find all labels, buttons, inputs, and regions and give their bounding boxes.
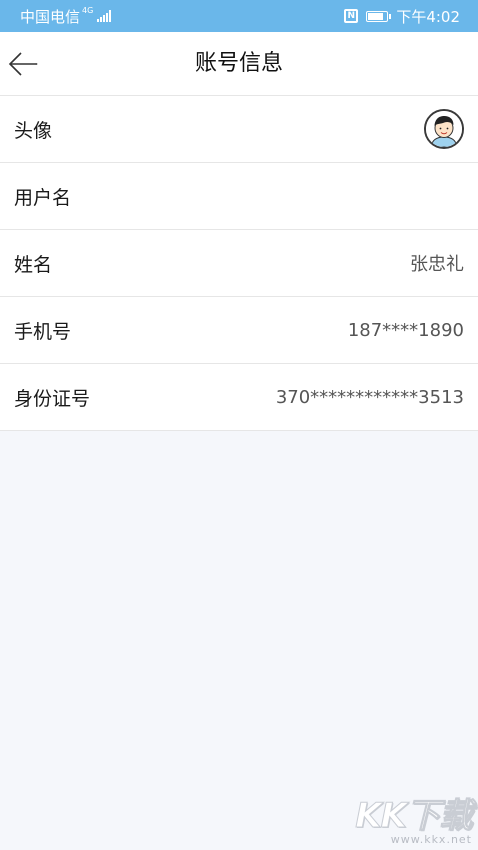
- name-value: 张忠礼: [410, 254, 464, 275]
- signal-icon: [97, 10, 112, 22]
- avatar-label: 头像: [14, 119, 53, 142]
- avatar-row[interactable]: 头像: [0, 96, 478, 163]
- phone-value: 187****1890: [347, 319, 464, 341]
- username-row[interactable]: 用户名: [0, 163, 478, 230]
- username-label: 用户名: [14, 186, 72, 209]
- page-title: 账号信息: [194, 51, 283, 76]
- watermark: KK下载 www.kkx.net: [355, 788, 474, 847]
- name-label: 姓名: [14, 253, 53, 276]
- watermark-logo: KK下载: [355, 796, 474, 837]
- user-avatar-icon: [426, 111, 462, 147]
- id-number-label: 身份证号: [14, 387, 91, 410]
- name-row[interactable]: 姓名 张忠礼: [0, 230, 478, 297]
- carrier-name: 中国电信: [20, 7, 81, 26]
- id-number-row[interactable]: 身份证号 370************3513: [0, 364, 478, 431]
- status-bar-right: N 下午4:02: [344, 6, 460, 27]
- nav-bar: 账号信息: [0, 32, 478, 96]
- id-number-value: 370************3513: [275, 386, 464, 408]
- clock: 下午4:02: [396, 7, 460, 26]
- phone-label: 手机号: [14, 320, 72, 343]
- avatar[interactable]: [424, 109, 464, 149]
- status-bar: 中国电信 4G N 下午4:02: [0, 0, 478, 32]
- nfc-icon: N: [344, 9, 359, 23]
- account-info-list: 头像 用户名 姓名 张忠礼 手机号 187****1890 身份证号 370**…: [0, 96, 478, 431]
- phone-row[interactable]: 手机号 187****1890: [0, 297, 478, 364]
- status-bar-left: 中国电信 4G: [20, 6, 112, 27]
- battery-level: [368, 12, 384, 20]
- watermark-url: www.kkx.net: [390, 833, 472, 846]
- battery-icon: [366, 10, 392, 22]
- network-type: 4G: [82, 5, 94, 15]
